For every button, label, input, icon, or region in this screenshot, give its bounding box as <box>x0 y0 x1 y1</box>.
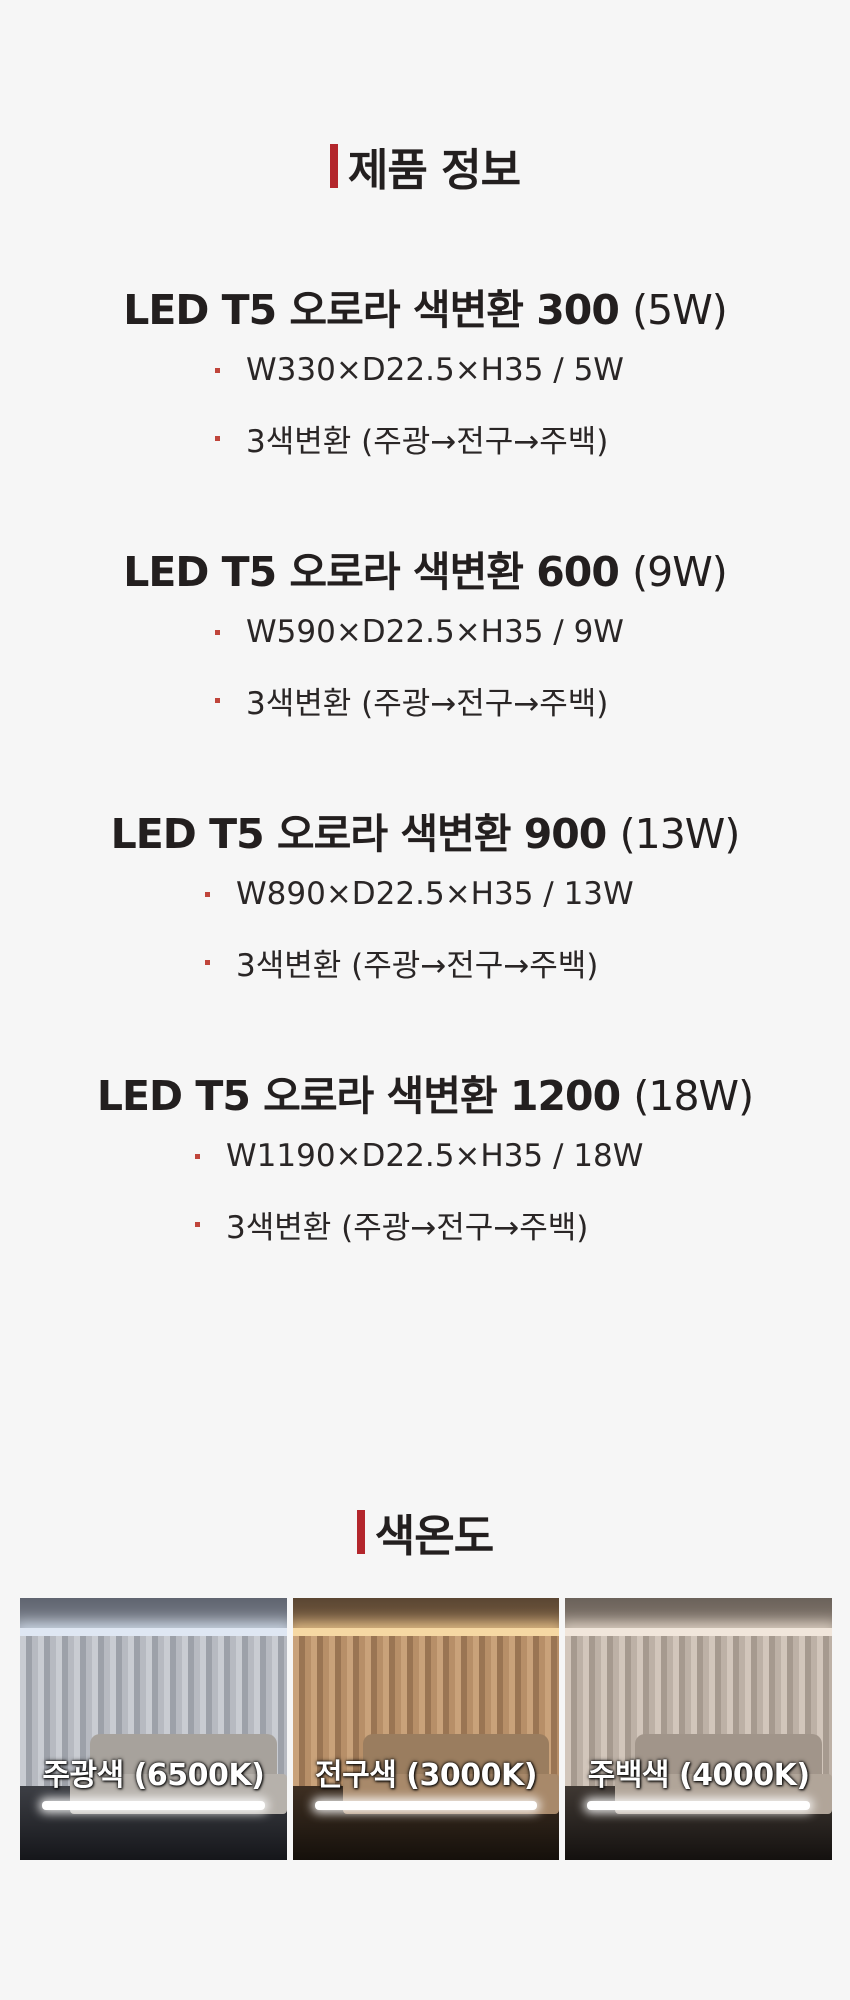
product-name: LED T5 오로라 색변환 300 (5W) <box>0 276 850 336</box>
spec-color-change: 3색변환 (주광→전구→주백) <box>195 1190 655 1258</box>
bullet-icon <box>195 1221 200 1227</box>
spec-dimensions: W590×D22.5×H35 / 9W <box>215 598 635 666</box>
room-photo <box>292 1598 560 1860</box>
color-temp-title: 색온도 <box>374 1511 494 1562</box>
led-bar <box>587 1801 811 1810</box>
bullet-icon <box>195 1153 200 1159</box>
color-temp-warm: 전구색 (3000K) <box>292 1598 560 1860</box>
product-name: LED T5 오로라 색변환 600 (9W) <box>0 538 850 598</box>
spec-text: 3색변환 (주광→전구→주백) <box>226 1209 589 1246</box>
spec-color-change: 3색변환 (주광→전구→주백) <box>215 404 635 472</box>
color-temp-gallery: 주광색 (6500K) 전구색 (3000K) 주백색 (4000K) <box>20 1598 833 1860</box>
product-wattage: (9W) <box>632 548 728 596</box>
heading-accent-bar <box>356 1510 365 1554</box>
spec-text: W330×D22.5×H35 / 5W <box>246 352 624 388</box>
spec-dimensions: W1190×D22.5×H35 / 18W <box>195 1122 655 1190</box>
product-name: LED T5 오로라 색변환 1200 (18W) <box>0 1062 850 1122</box>
product-wattage: (13W) <box>619 810 741 858</box>
spec-text: W890×D22.5×H35 / 13W <box>236 876 634 912</box>
product-name: LED T5 오로라 색변환 900 (13W) <box>0 800 850 860</box>
led-bar <box>314 1801 538 1810</box>
spec-list: W1190×D22.5×H35 / 18W 3색변환 (주광→전구→주백) <box>195 1122 655 1258</box>
spec-text: 3색변환 (주광→전구→주백) <box>246 423 609 460</box>
spec-color-change: 3색변환 (주광→전구→주백) <box>205 928 645 996</box>
product-name-text: LED T5 오로라 색변환 900 <box>110 810 608 858</box>
led-bar <box>42 1801 265 1810</box>
product-name-text: LED T5 오로라 색변환 600 <box>123 548 620 596</box>
spec-text: W590×D22.5×H35 / 9W <box>246 614 624 650</box>
product-name-text: LED T5 오로라 색변환 1200 <box>96 1072 621 1120</box>
color-temp-heading: 색온도 <box>0 1500 850 1564</box>
bullet-icon <box>215 697 220 703</box>
product-wattage: (18W) <box>633 1072 754 1120</box>
product-name-text: LED T5 오로라 색변환 300 <box>123 286 620 334</box>
product-info-heading: 제품 정보 <box>0 134 850 198</box>
spec-text: 3색변환 (주광→전구→주백) <box>246 685 609 722</box>
heading-accent-bar <box>329 144 338 188</box>
product-300: LED T5 오로라 색변환 300 (5W) W330×D22.5×H35 /… <box>0 276 850 472</box>
color-temp-daylight: 주광색 (6500K) <box>20 1598 287 1860</box>
bullet-icon <box>215 367 220 373</box>
bullet-icon <box>215 629 220 635</box>
room-photo <box>565 1598 833 1860</box>
product-1200: LED T5 오로라 색변환 1200 (18W) W1190×D22.5×H3… <box>0 1062 850 1258</box>
color-temp-label: 주광색 (6500K) <box>42 1758 265 1793</box>
color-temp-label: 주백색 (4000K) <box>587 1758 810 1793</box>
spec-color-change: 3색변환 (주광→전구→주백) <box>215 666 635 734</box>
room-photo <box>20 1598 287 1860</box>
spec-dimensions: W330×D22.5×H35 / 5W <box>215 336 635 404</box>
product-900: LED T5 오로라 색변환 900 (13W) W890×D22.5×H35 … <box>0 800 850 996</box>
product-info-title: 제품 정보 <box>347 145 521 196</box>
color-temp-neutral: 주백색 (4000K) <box>565 1598 833 1860</box>
color-temp-label: 전구색 (3000K) <box>315 1758 537 1793</box>
bullet-icon <box>215 435 220 441</box>
spec-text: W1190×D22.5×H35 / 18W <box>226 1138 644 1174</box>
bullet-icon <box>205 891 210 897</box>
spec-list: W590×D22.5×H35 / 9W 3색변환 (주광→전구→주백) <box>215 598 635 734</box>
product-600: LED T5 오로라 색변환 600 (9W) W590×D22.5×H35 /… <box>0 538 850 734</box>
spec-dimensions: W890×D22.5×H35 / 13W <box>205 860 645 928</box>
spec-list: W330×D22.5×H35 / 5W 3색변환 (주광→전구→주백) <box>215 336 635 472</box>
spec-list: W890×D22.5×H35 / 13W 3색변환 (주광→전구→주백) <box>205 860 645 996</box>
bullet-icon <box>205 959 210 965</box>
product-wattage: (5W) <box>632 286 728 334</box>
spec-text: 3색변환 (주광→전구→주백) <box>236 947 599 984</box>
